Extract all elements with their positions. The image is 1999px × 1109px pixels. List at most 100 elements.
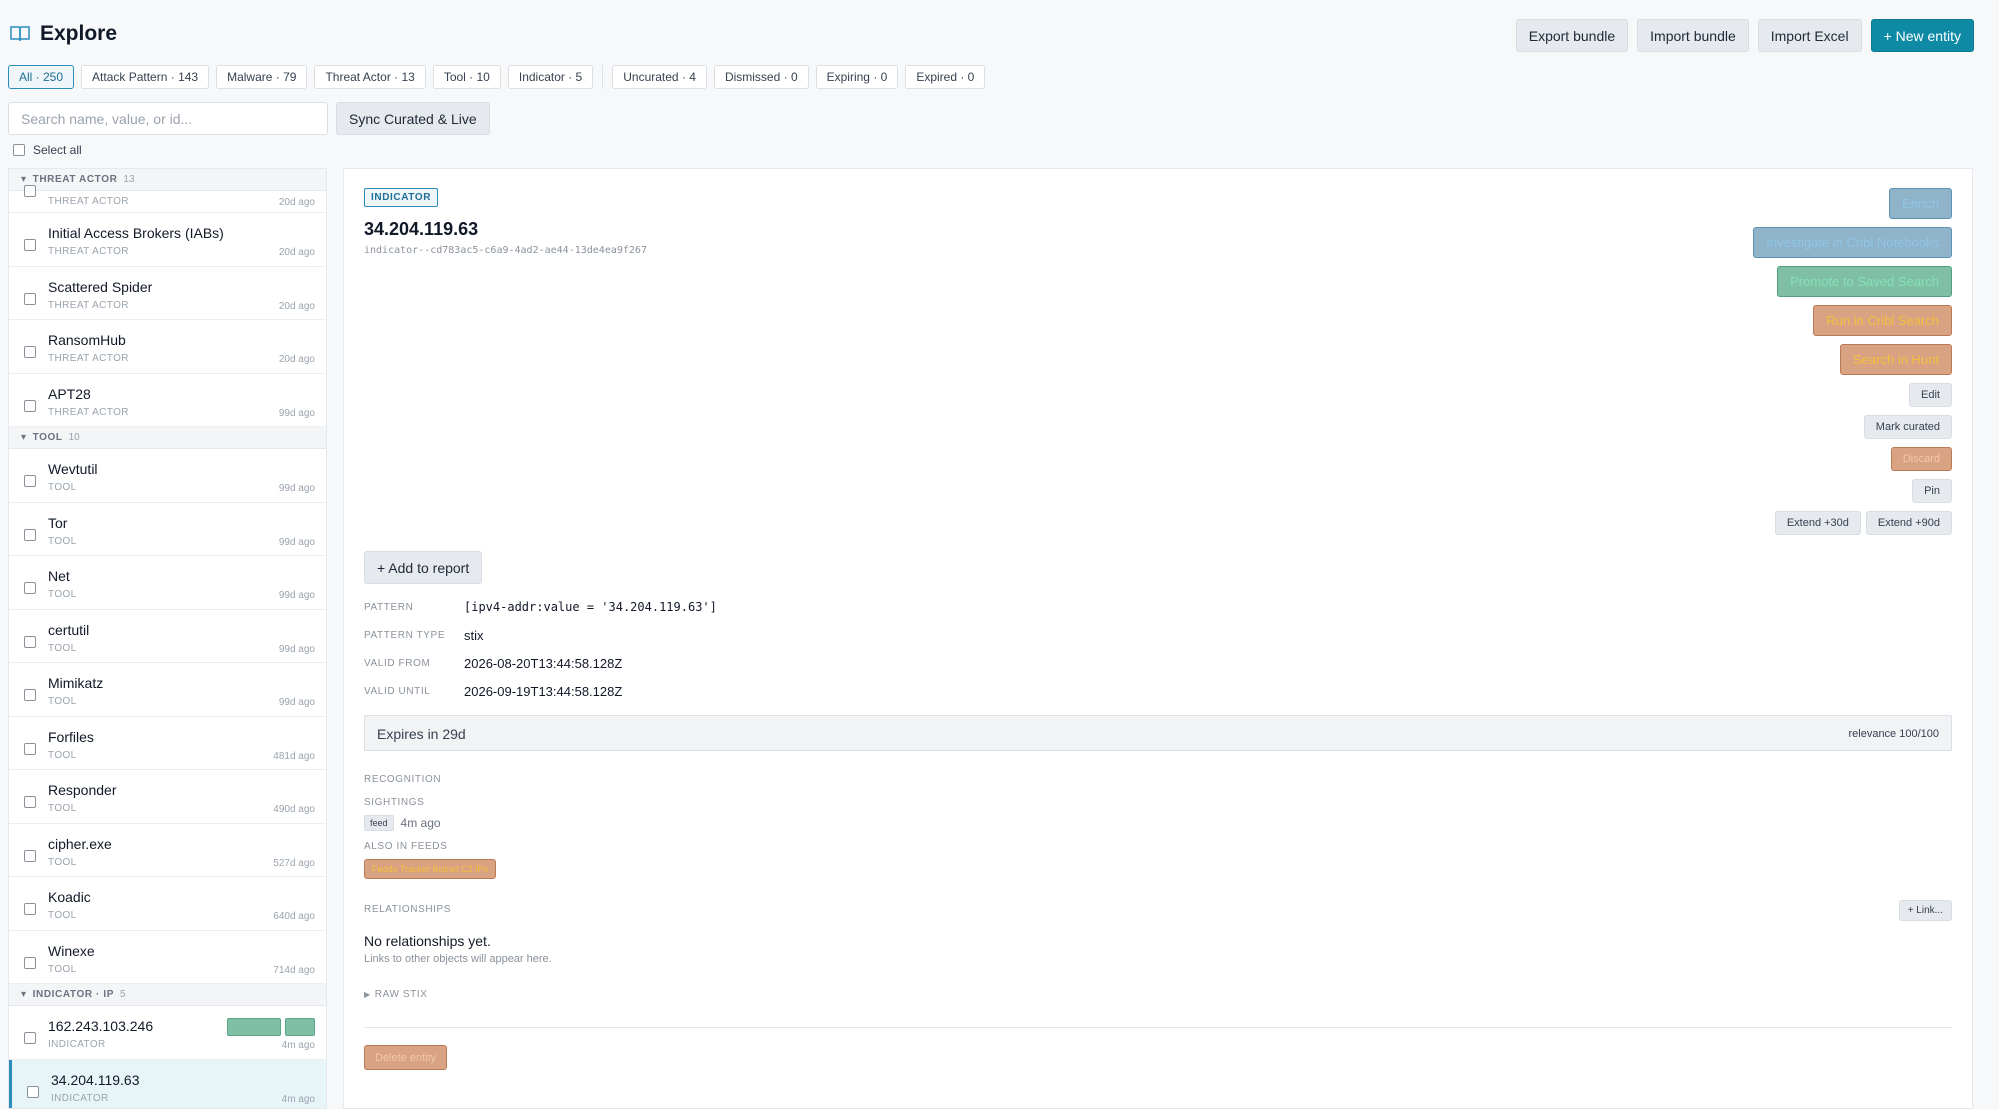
list-item[interactable]: 162.243.103.246 INDICATOR 4m ago bbox=[9, 1006, 326, 1060]
item-type: TOOL bbox=[48, 589, 77, 600]
list-item[interactable]: Forfiles TOOL 481d ago bbox=[9, 717, 326, 770]
row-checkbox[interactable] bbox=[24, 956, 36, 969]
row-checkbox[interactable] bbox=[24, 528, 36, 541]
discard-button[interactable]: Discard bbox=[1890, 447, 1952, 471]
item-name: Koadic bbox=[48, 889, 91, 905]
expires-text: Expires in 29d bbox=[377, 726, 466, 742]
item-age: 99d ago bbox=[278, 643, 315, 655]
header: Explore Export bundle Import bundle Impo… bbox=[0, 0, 1999, 72]
field-pattern: PATTERN [ipv4-addr:value = '34.204.119.6… bbox=[364, 600, 717, 614]
list-item[interactable]: certutil TOOL 99d ago bbox=[9, 610, 326, 663]
group-header[interactable]: ▾ THREAT ACTOR 13 bbox=[9, 169, 326, 191]
item-age: 20d ago bbox=[278, 197, 315, 208]
caret-right-icon: ▶ bbox=[364, 990, 371, 999]
chip-expiring[interactable]: Expiring · 0 bbox=[815, 65, 899, 89]
item-age: 714d ago bbox=[273, 964, 315, 976]
raw-stix-toggle[interactable]: ▶ RAW STIX bbox=[364, 989, 428, 1000]
list-item[interactable]: APT28 THREAT ACTOR 99d ago bbox=[9, 374, 326, 427]
mark-curated-button[interactable]: Mark curated bbox=[1863, 415, 1952, 439]
row-checkbox[interactable] bbox=[24, 1032, 36, 1044]
list-item[interactable]: Scattered Spider THREAT ACTOR 20d ago bbox=[9, 267, 326, 320]
row-checkbox[interactable] bbox=[24, 292, 36, 305]
import-bundle-button[interactable]: Import bundle bbox=[1637, 19, 1749, 52]
edit-button[interactable]: Edit bbox=[1909, 383, 1952, 407]
page-title: Explore bbox=[40, 22, 118, 45]
item-type: TOOL bbox=[48, 696, 77, 707]
sync-curated-live-button[interactable]: Sync Curated & Live bbox=[336, 102, 490, 135]
add-link-button[interactable]: + Link... bbox=[1898, 900, 1952, 921]
list-item[interactable]: Mimikatz TOOL 99d ago bbox=[9, 663, 326, 717]
list-item[interactable]: 34.204.119.63 INDICATOR 4m ago bbox=[9, 1059, 326, 1108]
item-type: THREAT ACTOR bbox=[48, 246, 129, 257]
enrich-button[interactable]: Enrich bbox=[1889, 188, 1952, 219]
item-name: Winexe bbox=[48, 942, 95, 959]
row-checkbox[interactable] bbox=[24, 742, 36, 755]
row-checkbox[interactable] bbox=[24, 849, 36, 862]
extend-30d-button[interactable]: Extend +30d bbox=[1774, 511, 1861, 535]
item-type: TOOL bbox=[48, 535, 77, 547]
pin-button[interactable]: Pin bbox=[1912, 479, 1952, 503]
chip-all[interactable]: All · 250 bbox=[8, 65, 75, 89]
item-type: TOOL bbox=[48, 910, 77, 921]
add-to-report-button[interactable]: + Add to report bbox=[364, 551, 483, 584]
row-checkbox[interactable] bbox=[24, 239, 36, 251]
select-all-checkbox[interactable] bbox=[13, 144, 25, 156]
list-item[interactable]: Wevtutil TOOL 99d ago bbox=[9, 449, 326, 503]
list-item[interactable]: THREAT ACTOR 20d ago bbox=[9, 185, 326, 213]
chip-attack-pattern[interactable]: Attack Pattern · 143 bbox=[81, 65, 210, 89]
list-item[interactable]: Initial Access Brokers (IABs) THREAT ACTO… bbox=[9, 213, 326, 267]
list-item[interactable]: cipher.exe TOOL 527d ago bbox=[9, 824, 326, 877]
chip-indicator[interactable]: Indicator · 5 bbox=[507, 65, 594, 89]
sighting-row: feed 4m ago bbox=[364, 815, 441, 831]
chip-dismissed[interactable]: Dismissed · 0 bbox=[713, 65, 809, 89]
row-checkbox[interactable] bbox=[27, 1085, 39, 1098]
item-name: Scattered Spider bbox=[48, 278, 153, 295]
chip-tool[interactable]: Tool · 10 bbox=[432, 65, 501, 89]
field-valid-from: VALID FROM 2026-08-20T13:44:58.128Z bbox=[364, 656, 622, 671]
search-in-hunt-button[interactable]: Search in Hunt bbox=[1840, 344, 1952, 375]
promote-saved-search-button[interactable]: Promote to Saved Search bbox=[1777, 266, 1952, 297]
list-item[interactable]: Responder TOOL 490d ago bbox=[9, 770, 326, 824]
chip-expired[interactable]: Expired · 0 bbox=[905, 65, 986, 89]
chip-threat-actor[interactable]: Threat Actor · 13 bbox=[314, 65, 426, 89]
chip-divider bbox=[602, 65, 604, 89]
export-bundle-button[interactable]: Export bundle bbox=[1515, 19, 1629, 52]
feed-badge[interactable]: Feodo Tracker Botnet C2 IPs bbox=[364, 859, 497, 879]
recognition-label: RECOGNITION bbox=[364, 774, 442, 785]
group-header[interactable]: ▾ INDICATOR · IP 5 bbox=[9, 984, 326, 1006]
delete-entity-button[interactable]: Delete entity bbox=[364, 1045, 448, 1070]
new-entity-button[interactable]: + New entity bbox=[1870, 19, 1974, 52]
select-all[interactable]: Select all bbox=[13, 143, 82, 157]
row-checkbox[interactable] bbox=[24, 582, 36, 594]
list-item[interactable]: RansomHub THREAT ACTOR 20d ago bbox=[9, 320, 326, 374]
import-excel-button[interactable]: Import Excel bbox=[1757, 19, 1862, 52]
row-checkbox[interactable] bbox=[24, 903, 36, 915]
chip-uncurated[interactable]: Uncurated · 4 bbox=[612, 65, 707, 89]
investigate-notebooks-button[interactable]: Investigate in Cribl Notebooks bbox=[1753, 227, 1952, 258]
field-value: 2026-09-19T13:44:58.128Z bbox=[464, 684, 623, 699]
row-checkbox[interactable] bbox=[24, 635, 36, 648]
row-checkbox[interactable] bbox=[24, 346, 36, 358]
row-checkbox[interactable] bbox=[24, 399, 36, 412]
raw-stix-label: RAW STIX bbox=[374, 989, 428, 1000]
list-item[interactable]: Koadic TOOL 640d ago bbox=[9, 877, 326, 931]
list-item[interactable]: Winexe TOOL 714d ago bbox=[9, 931, 326, 984]
item-type: TOOL bbox=[48, 482, 77, 493]
list-item[interactable]: Tor TOOL 99d ago bbox=[9, 503, 326, 556]
run-cribl-search-button[interactable]: Run in Cribl Search bbox=[1813, 305, 1952, 336]
row-checkbox[interactable] bbox=[24, 475, 36, 487]
expiry-bar: Expires in 29d relevance 100/100 bbox=[364, 715, 1952, 751]
item-type: THREAT ACTOR bbox=[48, 406, 129, 418]
item-name: Initial Access Brokers (IABs) bbox=[48, 225, 224, 241]
row-checkbox[interactable] bbox=[24, 185, 36, 197]
row-checkbox[interactable] bbox=[24, 796, 36, 808]
list-item[interactable]: Net TOOL 99d ago bbox=[9, 556, 326, 610]
item-type: TOOL bbox=[48, 803, 77, 814]
item-age: 20d ago bbox=[278, 247, 315, 258]
search-input[interactable] bbox=[8, 102, 328, 135]
group-header[interactable]: ▾ TOOL 10 bbox=[9, 427, 326, 449]
row-checkbox[interactable] bbox=[24, 689, 36, 701]
chip-malware[interactable]: Malware · 79 bbox=[216, 65, 308, 89]
entity-list[interactable]: ▾ THREAT ACTOR 13 THREAT ACTOR 20d ago Initia… bbox=[8, 168, 327, 1109]
extend-90d-button[interactable]: Extend +90d bbox=[1865, 511, 1952, 535]
